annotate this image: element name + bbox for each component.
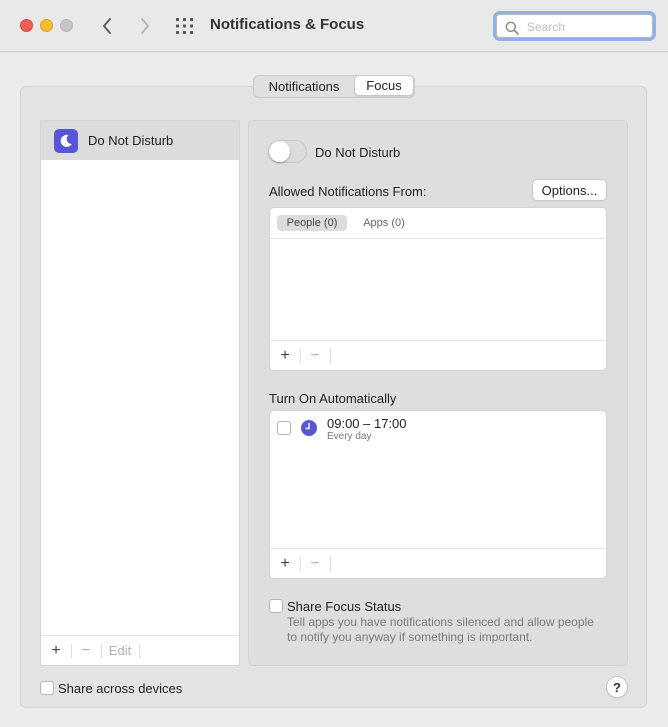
chevron-right-icon bbox=[141, 18, 149, 34]
back-button[interactable] bbox=[96, 14, 118, 38]
divider bbox=[330, 349, 331, 363]
focus-list: Do Not Disturb + − Edit bbox=[40, 120, 240, 666]
share-focus-status-label: Share Focus Status bbox=[287, 599, 402, 614]
allowed-footer: + − bbox=[270, 340, 606, 370]
toggle-label: Do Not Disturb bbox=[315, 145, 401, 160]
divider bbox=[330, 557, 331, 571]
grid-icon bbox=[176, 18, 193, 34]
search-field[interactable] bbox=[493, 11, 656, 41]
divider bbox=[300, 557, 301, 571]
divider bbox=[300, 349, 301, 363]
options-button[interactable]: Options... bbox=[532, 179, 607, 201]
schedule-enabled-checkbox[interactable] bbox=[277, 421, 291, 435]
tab-focus[interactable]: Focus bbox=[354, 76, 414, 96]
tab-bar: Notifications Focus bbox=[253, 75, 415, 98]
allowed-notifications-box: People (0) Apps (0) + − bbox=[269, 207, 607, 371]
schedule-time[interactable]: 09:00 – 17:00 bbox=[327, 416, 407, 431]
tab-apps[interactable]: Apps (0) bbox=[358, 215, 410, 231]
remove-automation-button[interactable]: − bbox=[304, 549, 326, 578]
do-not-disturb-toggle[interactable] bbox=[268, 140, 307, 163]
help-button[interactable]: ? bbox=[606, 676, 628, 698]
search-icon bbox=[505, 21, 519, 35]
automation-footer: + − bbox=[270, 548, 606, 578]
window-title: Notifications & Focus bbox=[210, 16, 365, 33]
edit-button[interactable]: Edit bbox=[105, 636, 135, 665]
list-item-label: Do Not Disturb bbox=[88, 133, 174, 148]
divider bbox=[101, 644, 102, 658]
list-footer: + − Edit bbox=[41, 635, 239, 665]
add-allowed-button[interactable]: + bbox=[274, 341, 296, 370]
share-across-devices-checkbox[interactable] bbox=[40, 681, 54, 695]
remove-allowed-button[interactable]: − bbox=[304, 341, 326, 370]
search-input[interactable] bbox=[527, 19, 647, 35]
turn-on-automatically-label: Turn On Automatically bbox=[269, 391, 397, 406]
clock-icon bbox=[301, 420, 317, 436]
forward-button[interactable] bbox=[134, 14, 156, 38]
show-all-button[interactable] bbox=[175, 16, 195, 36]
automation-box: + − bbox=[269, 410, 607, 579]
remove-focus-button[interactable]: − bbox=[75, 636, 97, 665]
divider bbox=[71, 644, 72, 658]
add-automation-button[interactable]: + bbox=[274, 549, 296, 578]
toggle-knob bbox=[269, 141, 290, 162]
list-item-do-not-disturb[interactable]: Do Not Disturb bbox=[41, 121, 239, 160]
share-focus-status-description: Tell apps you have notifications silence… bbox=[287, 615, 594, 644]
preferences-window: Notifications & Focus Notifications Focu… bbox=[0, 0, 668, 727]
share-focus-status-checkbox[interactable] bbox=[269, 599, 283, 613]
minimize-window-button[interactable] bbox=[40, 19, 53, 32]
title-bar: Notifications & Focus bbox=[0, 0, 668, 52]
zoom-window-button[interactable] bbox=[60, 19, 73, 32]
schedule-days: Every day bbox=[327, 431, 372, 442]
divider bbox=[139, 644, 140, 658]
add-focus-button[interactable]: + bbox=[45, 636, 67, 665]
moon-icon bbox=[54, 129, 78, 153]
share-across-devices-label: Share across devices bbox=[58, 681, 183, 696]
chevron-left-icon bbox=[103, 18, 111, 34]
allowed-notifications-label: Allowed Notifications From: bbox=[269, 184, 427, 199]
tab-people[interactable]: People (0) bbox=[277, 215, 347, 231]
close-window-button[interactable] bbox=[20, 19, 33, 32]
tab-notifications[interactable]: Notifications bbox=[254, 76, 354, 97]
allowed-tabs: People (0) Apps (0) bbox=[270, 208, 606, 239]
